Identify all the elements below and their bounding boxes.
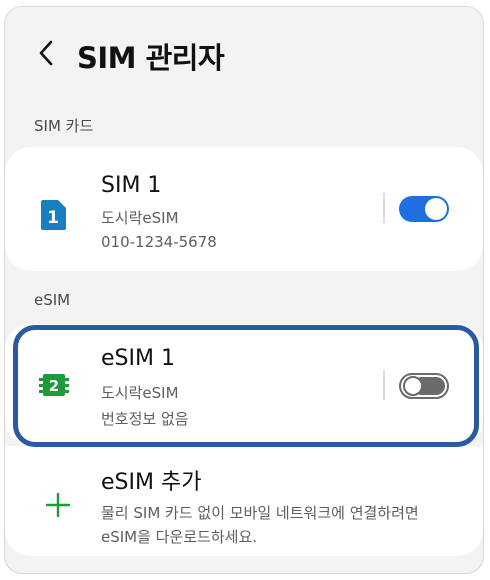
toggle-knob <box>403 376 423 396</box>
divider <box>383 370 385 400</box>
page-title: SIM 관리자 <box>77 41 225 75</box>
esim-chip-2-icon: 2 <box>39 374 69 396</box>
esim1-title: eSIM 1 <box>101 346 175 371</box>
sim1-title: SIM 1 <box>101 173 162 198</box>
add-esim-title: eSIM 추가 <box>101 470 202 495</box>
esim1-card[interactable]: 2 eSIM 1 도시락eSIM 번호정보 없음 <box>5 324 483 446</box>
section-label-sim-card: SIM 카드 <box>34 117 94 135</box>
divider <box>383 193 385 223</box>
esim-chip-2-number: 2 <box>49 377 59 395</box>
sim1-phone-number: 010-1234-5678 <box>101 233 217 251</box>
sim1-carrier: 도시락eSIM <box>101 209 179 227</box>
header: SIM 관리자 <box>5 7 483 97</box>
add-esim-description: 물리 SIM 카드 없이 모바일 네트워크에 연결하려면 eSIM을 다운로드하… <box>101 504 419 546</box>
sim1-toggle[interactable] <box>399 196 449 222</box>
esim1-number-status: 번호정보 없음 <box>101 410 189 428</box>
section-label-esim: eSIM <box>34 291 71 309</box>
plus-icon <box>45 492 71 518</box>
back-button[interactable] <box>31 38 61 68</box>
sim-manager-screen: SIM 관리자 SIM 카드 1 SIM 1 도시락eSIM 010-1234-… <box>4 6 484 574</box>
sim-card-1-icon: 1 <box>41 200 66 230</box>
esim1-carrier: 도시락eSIM <box>101 384 179 402</box>
chevron-left-icon <box>39 40 53 66</box>
sim1-card[interactable]: 1 SIM 1 도시락eSIM 010-1234-5678 <box>5 147 483 271</box>
toggle-knob <box>425 198 447 220</box>
sim-card-1-number: 1 <box>47 208 59 228</box>
esim1-toggle[interactable] <box>399 373 449 399</box>
